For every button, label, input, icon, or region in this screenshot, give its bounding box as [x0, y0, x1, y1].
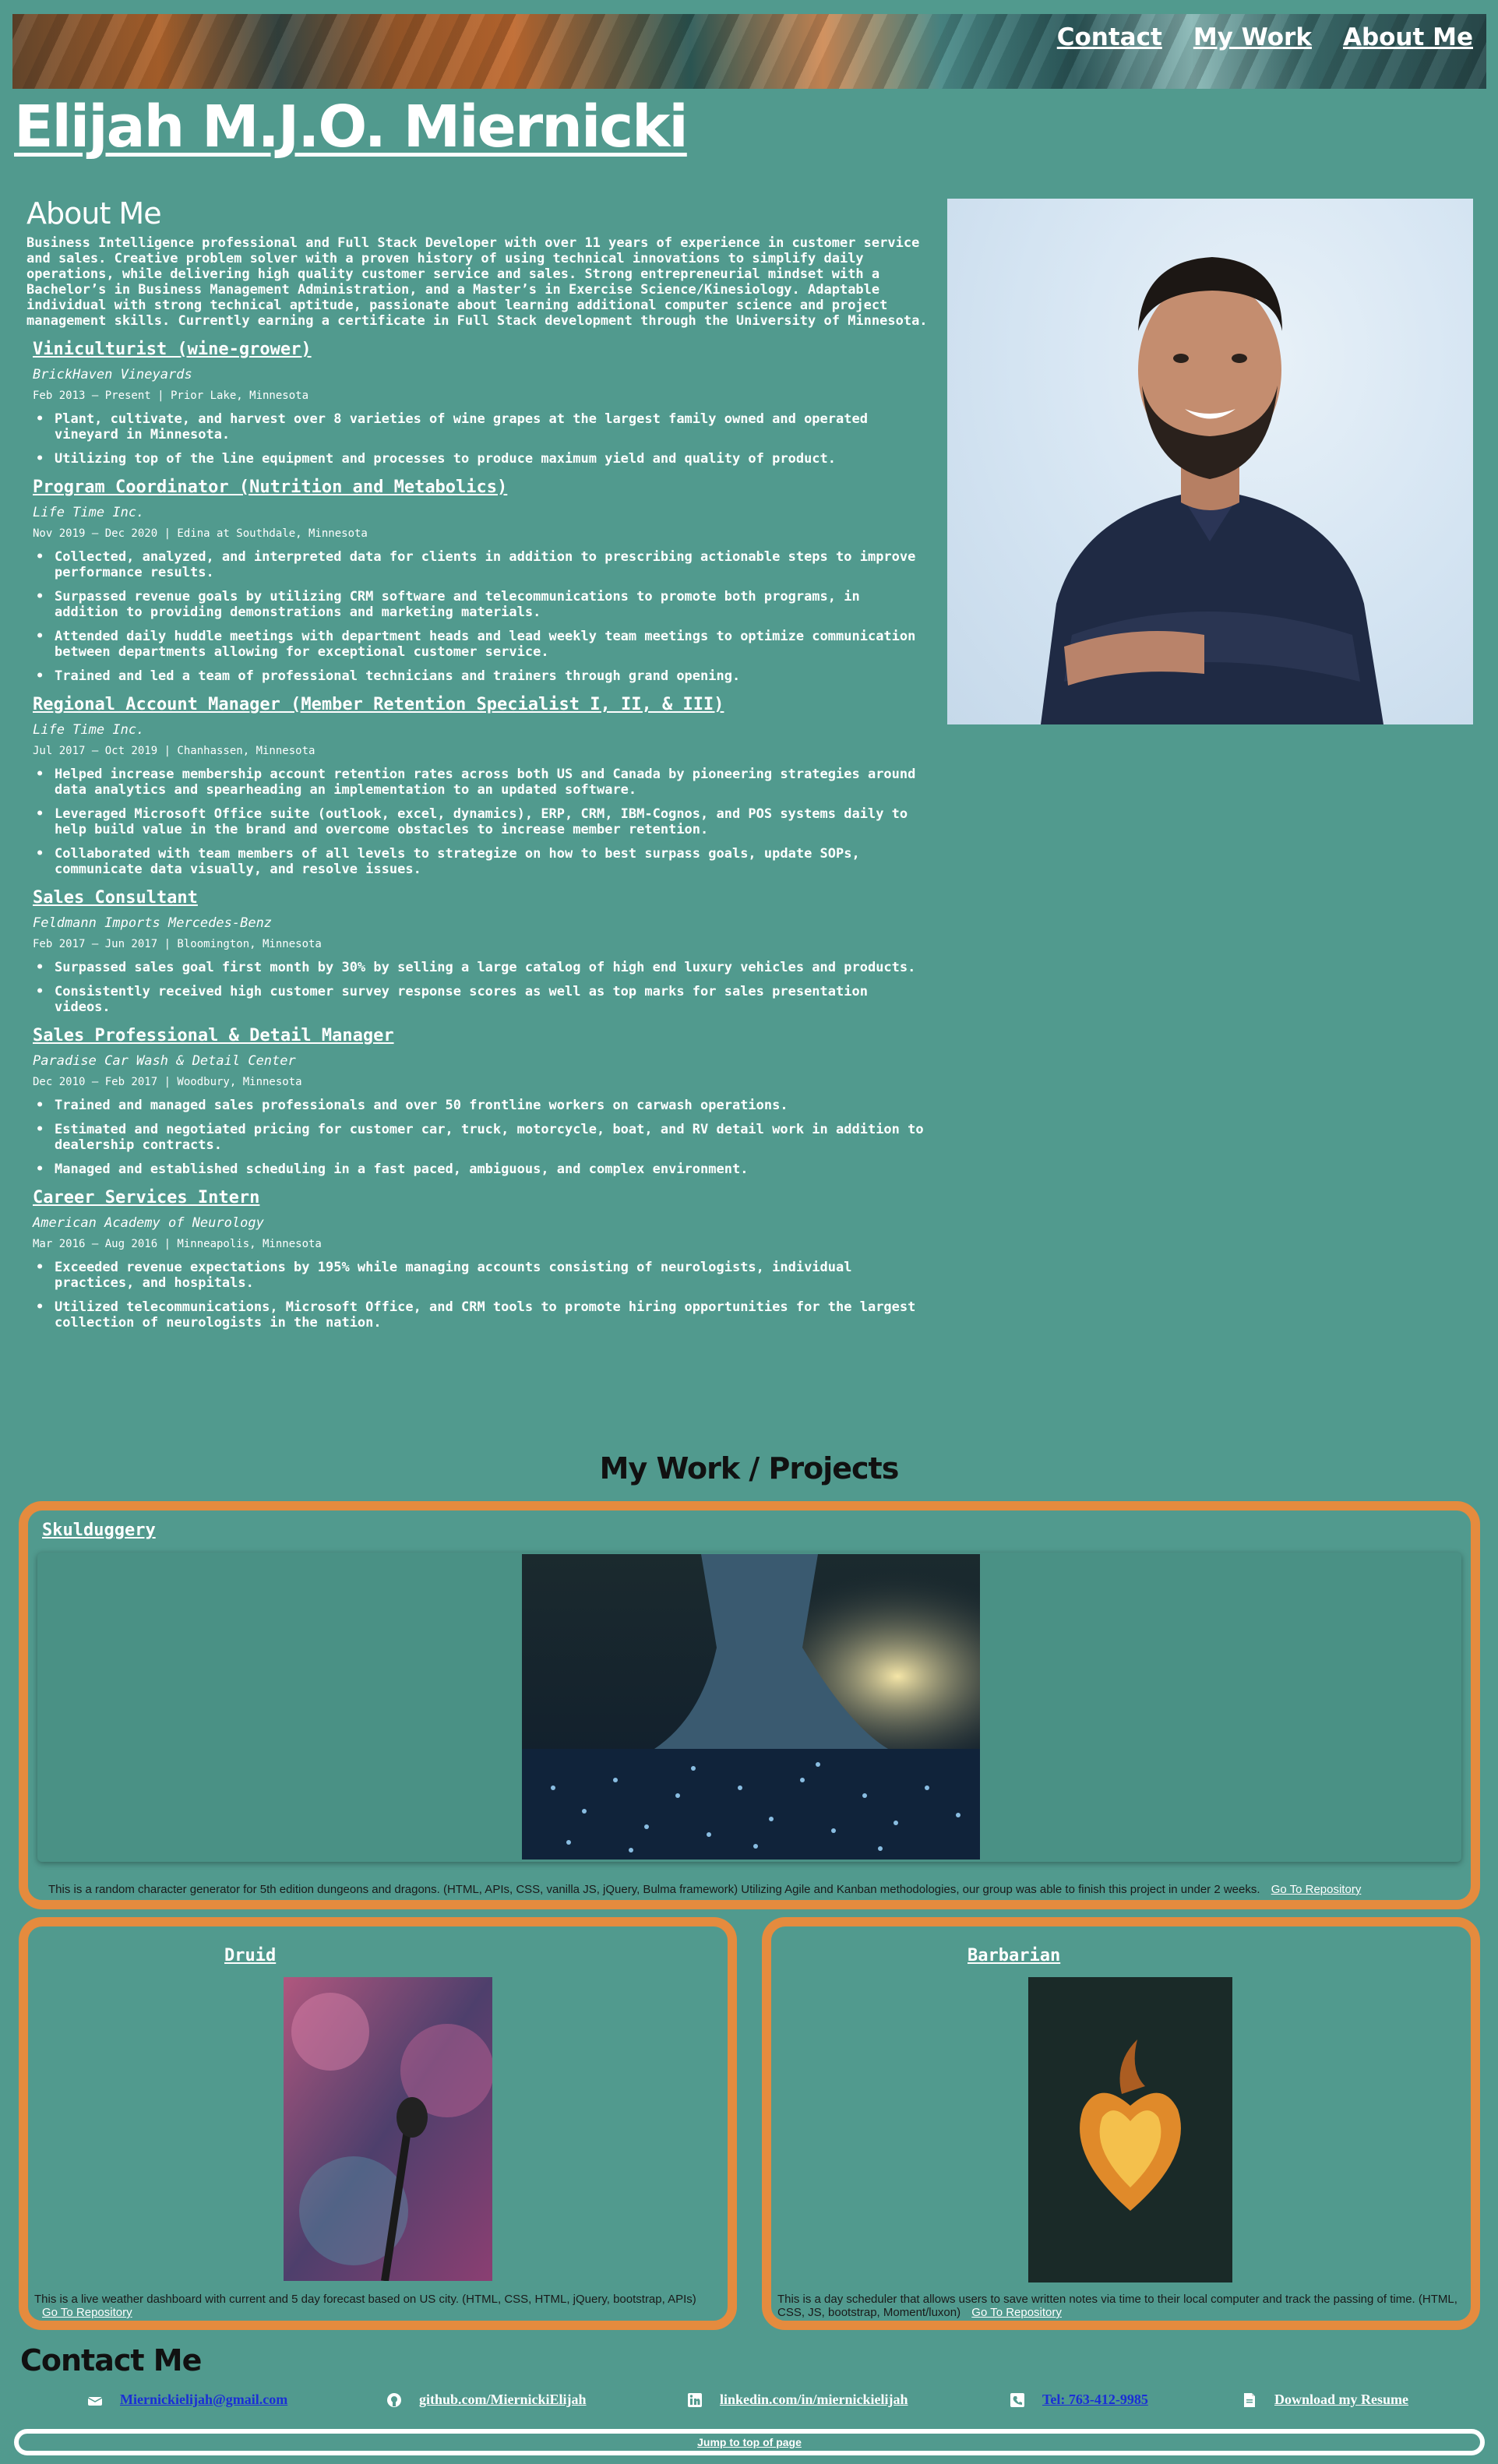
- job-title: Career Services Intern: [33, 1188, 260, 1207]
- experience-entry: Regional Account Manager (Member Retenti…: [33, 695, 930, 877]
- contact-phone: Tel: 763-412-9985: [1010, 2392, 1148, 2408]
- job-bullet: Surpassed revenue goals by utilizing CRM…: [33, 589, 930, 620]
- druid-project-image: [284, 1977, 492, 2281]
- envelope-icon: [87, 2392, 103, 2408]
- project-title-druid[interactable]: Druid: [224, 1946, 276, 1965]
- phone-icon: [1010, 2392, 1025, 2408]
- job-bullet: Attended daily huddle meetings with depa…: [33, 629, 930, 660]
- nav-contact-link[interactable]: Contact: [1057, 23, 1162, 51]
- job-bullet: Helped increase membership account reten…: [33, 767, 930, 798]
- project-title-skulduggery[interactable]: Skulduggery: [42, 1521, 156, 1540]
- person-illustration: [1041, 257, 1383, 724]
- job-bullet: Plant, cultivate, and harvest over 8 var…: [33, 411, 930, 442]
- main-nav: Contact My Work About Me: [1057, 23, 1473, 51]
- job-company: Life Time Inc.: [33, 505, 145, 520]
- job-dates-location: Dec 2010 – Feb 2017 | Woodbury, Minnesot…: [33, 1076, 302, 1088]
- job-dates-location: Mar 2016 – Aug 2016 | Minneapolis, Minne…: [33, 1238, 322, 1250]
- job-bullet-list: Collected, analyzed, and interpreted dat…: [33, 549, 930, 684]
- linkedin-link[interactable]: linkedin.com/in/miernickielijah: [720, 2392, 908, 2408]
- job-company: Life Time Inc.: [33, 722, 145, 738]
- phone-link[interactable]: Tel: 763-412-9985: [1042, 2392, 1148, 2408]
- job-bullet: Utilizing top of the line equipment and …: [33, 451, 930, 467]
- project-card-skulduggery: Skulduggery This is a random character g…: [19, 1501, 1480, 1909]
- repository-link-druid[interactable]: Go To Repository: [42, 2306, 132, 2319]
- contact-resume: Download my Resume: [1242, 2392, 1408, 2408]
- job-bullet: Exceeded revenue expectations by 195% wh…: [33, 1260, 930, 1291]
- job-title: Viniculturist (wine-grower): [33, 340, 312, 359]
- job-company: Feldmann Imports Mercedes-Benz: [33, 915, 273, 931]
- job-bullet-list: Helped increase membership account reten…: [33, 767, 930, 877]
- job-bullet: Estimated and negotiated pricing for cus…: [33, 1122, 930, 1153]
- repository-link-skulduggery[interactable]: Go To Repository: [1271, 1883, 1362, 1896]
- job-bullet: Collected, analyzed, and interpreted dat…: [33, 549, 930, 580]
- experience-entry: Sales Consultant Feldmann Imports Mercede…: [33, 888, 930, 1015]
- job-bullet: Managed and established scheduling in a …: [33, 1161, 930, 1177]
- job-bullet: Leveraged Microsoft Office suite (outloo…: [33, 806, 930, 837]
- job-bullet-list: Surpassed sales goal first month by 30% …: [33, 960, 930, 1015]
- project-image-panel: [37, 1553, 1461, 1862]
- experience-entry: Program Coordinator (Nutrition and Metab…: [33, 478, 930, 684]
- job-bullet: Trained and managed sales professionals …: [33, 1098, 930, 1113]
- job-dates-location: Feb 2013 – Present | Prior Lake, Minneso…: [33, 390, 309, 402]
- github-icon: [386, 2392, 402, 2408]
- job-bullet: Collaborated with team members of all le…: [33, 846, 930, 877]
- jump-to-top-button[interactable]: Jump to top of page: [14, 2429, 1485, 2455]
- github-link[interactable]: github.com/MiernickiElijah: [419, 2392, 587, 2408]
- experience-entry: Viniculturist (wine-grower) BrickHaven Vi…: [33, 340, 930, 467]
- project-card-barbarian: Barbarian This is a day scheduler that a…: [762, 1917, 1480, 2330]
- jump-to-top-label: Jump to top of page: [697, 2436, 802, 2448]
- nav-my-work-link[interactable]: My Work: [1193, 23, 1312, 51]
- job-bullet: Surpassed sales goal first month by 30% …: [33, 960, 930, 975]
- project-description-text: This is a random character generator for…: [48, 1883, 1260, 1896]
- project-description-skulduggery: This is a random character generator for…: [48, 1883, 1474, 1896]
- contact-links: Miernickielijah@gmail.com github.com/Mie…: [0, 2392, 1498, 2415]
- job-dates-location: Nov 2019 – Dec 2020 | Edina at Southdale…: [33, 527, 368, 540]
- experience-entry: Career Services Intern American Academy o…: [33, 1188, 930, 1331]
- job-bullet-list: Exceeded revenue expectations by 195% wh…: [33, 1260, 930, 1331]
- about-heading: About Me: [26, 196, 162, 231]
- job-company: Paradise Car Wash & Detail Center: [33, 1053, 296, 1069]
- skulduggery-project-image: [522, 1554, 980, 1859]
- job-title: Regional Account Manager (Member Retenti…: [33, 695, 724, 714]
- contact-heading: Contact Me: [20, 2343, 202, 2378]
- contact-email: Miernickielijah@gmail.com: [87, 2392, 287, 2408]
- site-title: Elijah M.J.O. Miernicki: [14, 93, 689, 160]
- experience-entry: Sales Professional & Detail Manager Parad…: [33, 1026, 930, 1177]
- job-dates-location: Feb 2017 – Jun 2017 | Bloomington, Minne…: [33, 938, 322, 950]
- contact-github: github.com/MiernickiElijah: [386, 2392, 587, 2408]
- job-title: Sales Consultant: [33, 888, 198, 908]
- resume-download-link[interactable]: Download my Resume: [1274, 2392, 1408, 2408]
- job-bullet-list: Trained and managed sales professionals …: [33, 1098, 930, 1177]
- about-section: About Me Business Intelligence professio…: [26, 196, 930, 1339]
- job-title: Sales Professional & Detail Manager: [33, 1026, 394, 1045]
- project-description-druid: This is a live weather dashboard with cu…: [34, 2293, 720, 2319]
- project-title-barbarian[interactable]: Barbarian: [968, 1946, 1060, 1965]
- job-company: American Academy of Neurology: [33, 1215, 264, 1231]
- document-icon: [1242, 2392, 1257, 2408]
- job-bullet-list: Plant, cultivate, and harvest over 8 var…: [33, 411, 930, 467]
- job-dates-location: Jul 2017 – Oct 2019 | Chanhassen, Minnes…: [33, 745, 315, 757]
- job-bullet: Utilized telecommunications, Microsoft O…: [33, 1299, 930, 1331]
- job-title: Program Coordinator (Nutrition and Metab…: [33, 478, 508, 497]
- about-intro: Business Intelligence professional and F…: [26, 235, 928, 329]
- project-card-druid: Druid This is a live weather dashboard w…: [19, 1917, 737, 2330]
- project-description-text: This is a day scheduler that allows user…: [777, 2293, 1457, 2319]
- profile-photo: [947, 199, 1473, 724]
- barbarian-project-image: [1028, 1977, 1232, 2282]
- project-description-text: This is a live weather dashboard with cu…: [34, 2293, 696, 2306]
- projects-heading: My Work / Projects: [599, 1451, 900, 1486]
- nav-about-me-link[interactable]: About Me: [1343, 23, 1473, 51]
- experience-list: Viniculturist (wine-grower) BrickHaven Vi…: [26, 340, 930, 1331]
- job-company: BrickHaven Vineyards: [33, 367, 192, 382]
- linkedin-icon: [687, 2392, 703, 2408]
- contact-linkedin: linkedin.com/in/miernickielijah: [687, 2392, 908, 2408]
- job-bullet: Consistently received high customer surv…: [33, 984, 930, 1015]
- email-link[interactable]: Miernickielijah@gmail.com: [120, 2392, 287, 2408]
- repository-link-barbarian[interactable]: Go To Repository: [971, 2306, 1062, 2319]
- job-bullet: Trained and led a team of professional t…: [33, 668, 930, 684]
- project-description-barbarian: This is a day scheduler that allows user…: [777, 2293, 1471, 2319]
